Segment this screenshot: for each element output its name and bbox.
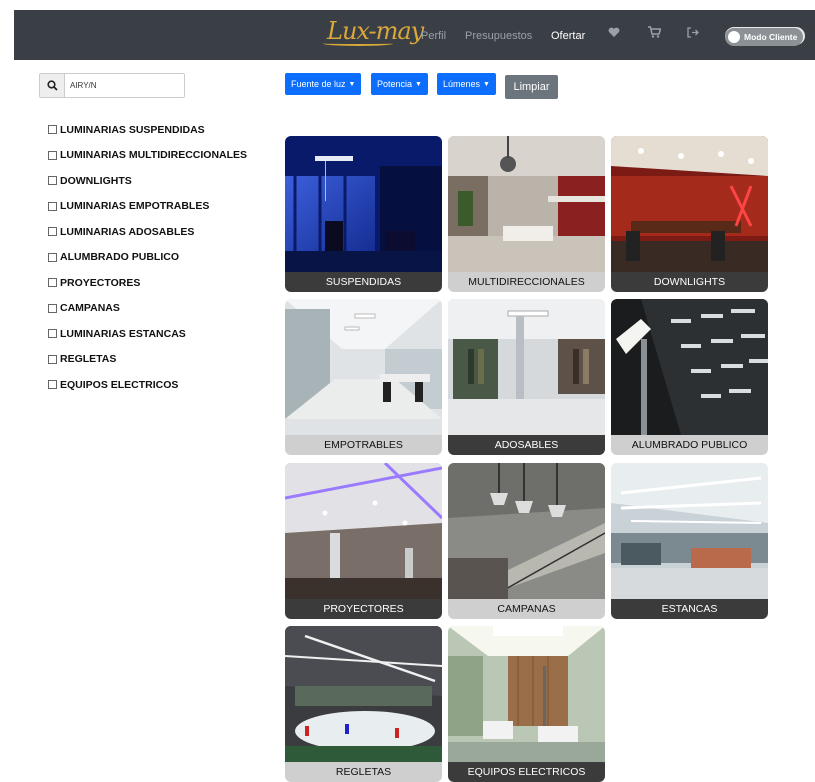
tile-caption: ADOSABLES: [448, 435, 605, 455]
tile-proyectores[interactable]: PROYECTORES: [285, 463, 442, 619]
mode-toggle-track[interactable]: Modo Cliente: [725, 28, 803, 46]
tile-alumbrado-publico[interactable]: ALUMBRADO PUBLICO: [611, 299, 768, 455]
category-item[interactable]: ALUMBRADO PUBLICO: [48, 245, 247, 271]
checkbox[interactable]: [48, 278, 57, 288]
multidireccionales-photo: [448, 136, 605, 272]
category-item[interactable]: DOWNLIGHTS: [48, 168, 247, 194]
tile-caption: DOWNLIGHTS: [611, 272, 768, 292]
checkbox[interactable]: [48, 125, 57, 135]
category-item[interactable]: REGLETAS: [48, 347, 247, 373]
tile-caption: REGLETAS: [285, 762, 442, 782]
tile-adosables[interactable]: ADOSABLES: [448, 299, 605, 455]
category-item[interactable]: LUMINARIAS SUSPENDIDAS: [48, 117, 247, 143]
equipos-electricos-photo: [448, 626, 605, 762]
navbar: Lux-may Perfil Presupuestos Ofertar: [14, 10, 815, 60]
alumbrado-publico-photo: [611, 299, 768, 435]
cart-icon[interactable]: [648, 26, 662, 41]
tile-campanas[interactable]: CAMPANAS: [448, 463, 605, 619]
category-item[interactable]: EQUIPOS ELECTRICOS: [48, 372, 247, 398]
tile-regletas[interactable]: REGLETAS: [285, 626, 442, 782]
caret-down-icon: ▼: [483, 80, 490, 88]
tile-equipos-electricos[interactable]: EQUIPOS ELECTRICOS: [448, 626, 605, 782]
tile-suspendidas[interactable]: SUSPENDIDAS: [285, 136, 442, 292]
toggle-knob: [728, 31, 740, 43]
checkbox[interactable]: [48, 354, 57, 364]
caret-down-icon: ▼: [348, 80, 356, 88]
clear-filters-button[interactable]: Limpiar: [505, 75, 558, 99]
tile-downlights[interactable]: DOWNLIGHTS: [611, 136, 768, 292]
search-input[interactable]: [70, 77, 180, 94]
checkbox[interactable]: [48, 176, 57, 186]
category-item[interactable]: CAMPANAS: [48, 296, 247, 322]
mode-toggle-label: Modo Cliente: [744, 32, 798, 42]
category-list: LUMINARIAS SUSPENDIDAS LUMINARIAS MULTID…: [48, 117, 247, 398]
proyectores-photo: [285, 463, 442, 599]
potencia-dropdown[interactable]: Potencia ▼: [371, 73, 428, 95]
checkbox[interactable]: [48, 201, 57, 211]
tile-caption: SUSPENDIDAS: [285, 272, 442, 292]
tile-caption: EMPOTRABLES: [285, 435, 442, 455]
search-icon[interactable]: [40, 74, 65, 97]
tile-multidireccionales[interactable]: MULTIDIRECCIONALES: [448, 136, 605, 292]
regletas-photo: [285, 626, 442, 762]
brand-logo[interactable]: Lux-may: [323, 17, 424, 46]
suspendidas-photo: [285, 136, 442, 272]
estancas-photo: [611, 463, 768, 599]
nav-link-presupuestos[interactable]: Presupuestos: [465, 30, 532, 42]
empotrables-photo: [285, 299, 442, 435]
downlights-photo: [611, 136, 768, 272]
category-item[interactable]: LUMINARIAS EMPOTRABLES: [48, 194, 247, 220]
tile-caption: CAMPANAS: [448, 599, 605, 619]
category-item[interactable]: PROYECTORES: [48, 270, 247, 296]
tile-caption: PROYECTORES: [285, 599, 442, 619]
checkbox[interactable]: [48, 380, 57, 390]
category-item[interactable]: LUMINARIAS MULTIDIRECCIONALES: [48, 143, 247, 169]
tile-caption: MULTIDIRECCIONALES: [448, 272, 605, 292]
tile-estancas[interactable]: ESTANCAS: [611, 463, 768, 619]
tile-caption: ALUMBRADO PUBLICO: [611, 435, 768, 455]
nav-link-ofertar[interactable]: Ofertar: [551, 30, 585, 42]
category-item[interactable]: LUMINARIAS ADOSABLES: [48, 219, 247, 245]
checkbox[interactable]: [48, 150, 57, 160]
nav-link-perfil[interactable]: Perfil: [421, 30, 446, 42]
checkbox[interactable]: [48, 252, 57, 262]
logout-icon[interactable]: [687, 26, 699, 41]
checkbox[interactable]: [48, 227, 57, 237]
heart-icon[interactable]: [608, 26, 620, 41]
tile-caption: ESTANCAS: [611, 599, 768, 619]
campanas-photo: [448, 463, 605, 599]
checkbox[interactable]: [48, 329, 57, 339]
fuente-luz-dropdown[interactable]: Fuente de luz ▼: [285, 73, 362, 95]
checkbox[interactable]: [48, 303, 57, 313]
lumenes-dropdown[interactable]: Lúmenes ▼: [437, 73, 496, 95]
search-box: [39, 73, 185, 98]
tile-empotrables[interactable]: EMPOTRABLES: [285, 299, 442, 455]
adosables-photo: [448, 299, 605, 435]
category-item[interactable]: LUMINARIAS ESTANCAS: [48, 321, 247, 347]
caret-down-icon: ▼: [415, 80, 422, 88]
tile-caption: EQUIPOS ELECTRICOS: [448, 762, 605, 782]
